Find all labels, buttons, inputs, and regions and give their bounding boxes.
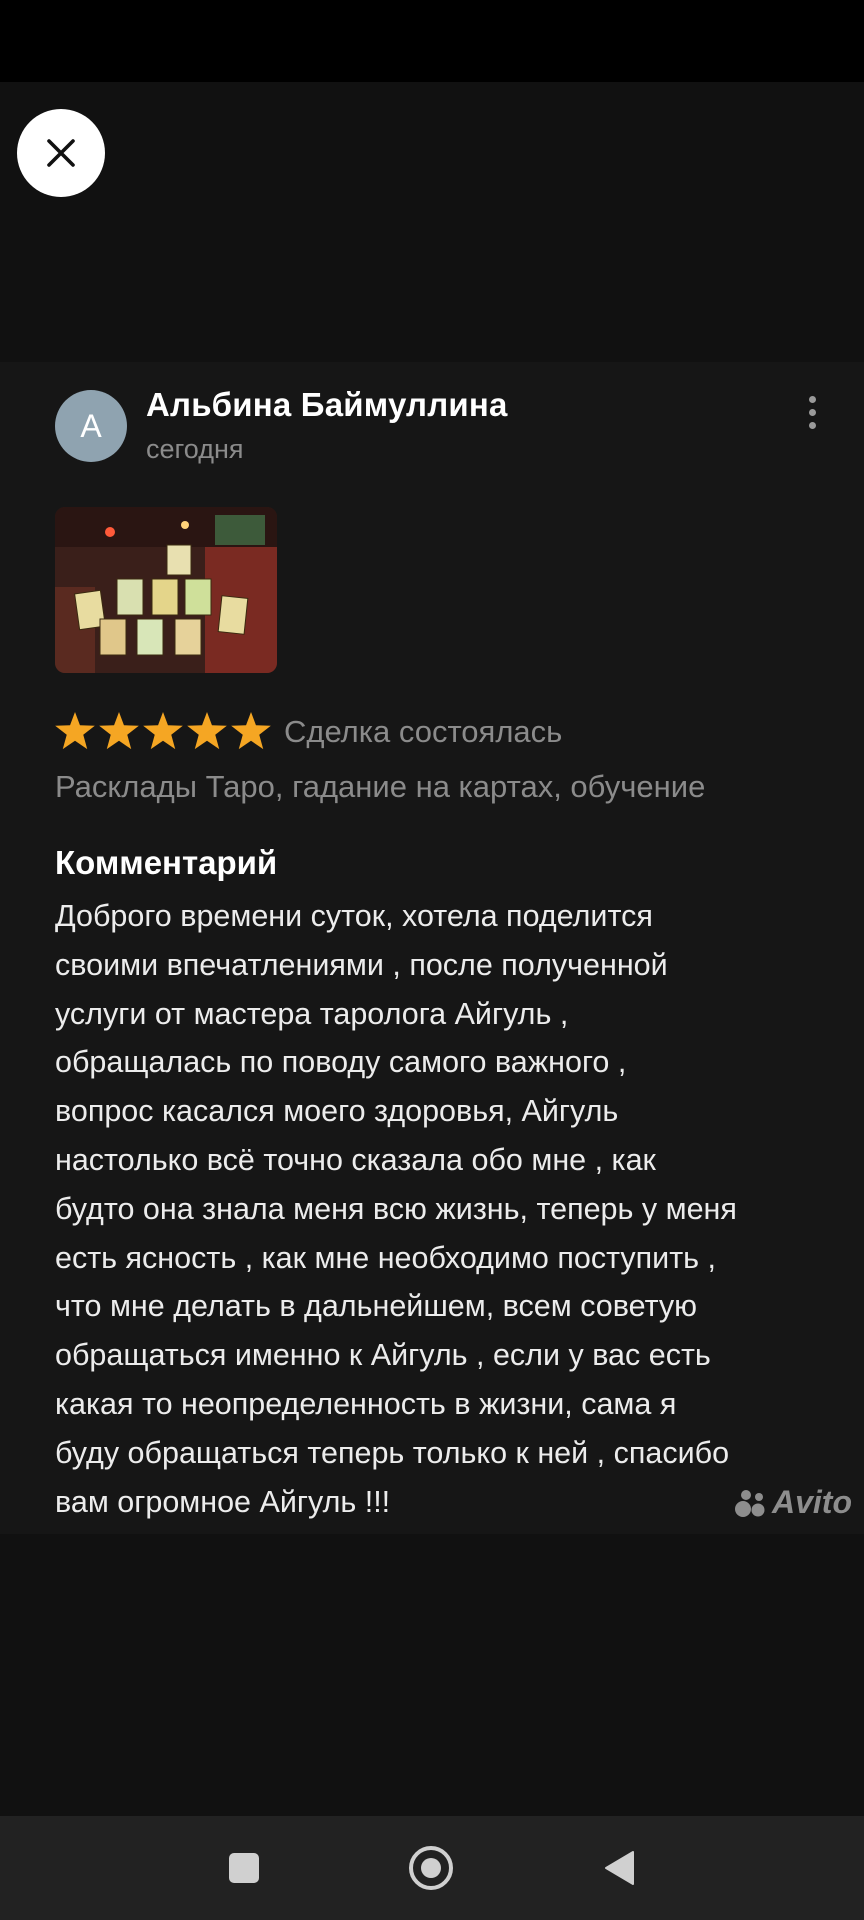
star-icon xyxy=(99,712,139,750)
comment-line: есть ясность , как мне необходимо поступ… xyxy=(55,1240,717,1275)
avatar-letter: А xyxy=(80,407,102,444)
comment-line: что мне делать в дальнейшем, всем совету… xyxy=(55,1289,698,1324)
more-vertical-icon xyxy=(808,395,816,403)
tarot-cards-image xyxy=(55,507,277,673)
comment-heading: Комментарий xyxy=(55,844,278,881)
comment-line: обращалась по поводу самого важного , xyxy=(55,1045,627,1080)
review-photo[interactable] xyxy=(55,507,277,673)
deal-status: Сделка состоялась xyxy=(284,714,563,749)
star-icon xyxy=(231,712,271,750)
avito-watermark-text: Avito xyxy=(772,1484,852,1520)
comment-line: буду обращаться теперь только к ней , сп… xyxy=(55,1435,730,1470)
service-title[interactable]: Расклады Таро, гадание на картах, обучен… xyxy=(55,769,705,805)
author-name[interactable]: Альбина Баймуллина xyxy=(146,386,508,424)
avito-watermark: Avito xyxy=(734,1484,852,1521)
square-icon xyxy=(229,1853,259,1883)
comment-line: какая то неопределенность в жизни, сама … xyxy=(55,1386,677,1421)
circle-icon xyxy=(409,1846,453,1890)
avatar[interactable]: А xyxy=(55,390,127,462)
triangle-back-icon xyxy=(605,1851,634,1885)
navigation-bar xyxy=(0,1816,864,1920)
star-icon xyxy=(187,712,227,750)
comment-line: будто она знала меня всю жизнь, теперь у… xyxy=(55,1191,737,1226)
comment-line: обращаться именно к Айгуль , если у вас … xyxy=(55,1338,711,1373)
comment-line: Доброго времени суток, хотела поделится xyxy=(55,899,653,933)
review-viewer-screen: А Альбина Баймуллина сегодня Сделка сост… xyxy=(0,0,864,1920)
close-icon xyxy=(47,139,75,167)
home-button[interactable] xyxy=(401,1838,461,1898)
comment-line: своими впечатлениями , после полученной xyxy=(55,947,668,982)
close-button[interactable] xyxy=(17,109,105,197)
star-icon xyxy=(55,712,95,750)
star-icon xyxy=(143,712,183,750)
comment-line: вопрос касался моего здоровья, Айгуль xyxy=(55,1094,619,1129)
review-date: сегодня xyxy=(146,434,244,464)
comment-line: настолько всё точно сказала обо мне , ка… xyxy=(55,1142,656,1177)
back-button[interactable] xyxy=(589,1838,649,1898)
more-options-button[interactable] xyxy=(794,392,830,432)
status-bar xyxy=(0,0,864,82)
comment-text: Доброго времени суток, хотела поделится … xyxy=(55,892,855,1526)
avito-dots-icon xyxy=(735,1489,765,1517)
recents-button[interactable] xyxy=(214,1838,274,1898)
comment-line: услуги от мастера таролога Айгуль , xyxy=(55,996,569,1031)
star-rating xyxy=(55,712,271,750)
